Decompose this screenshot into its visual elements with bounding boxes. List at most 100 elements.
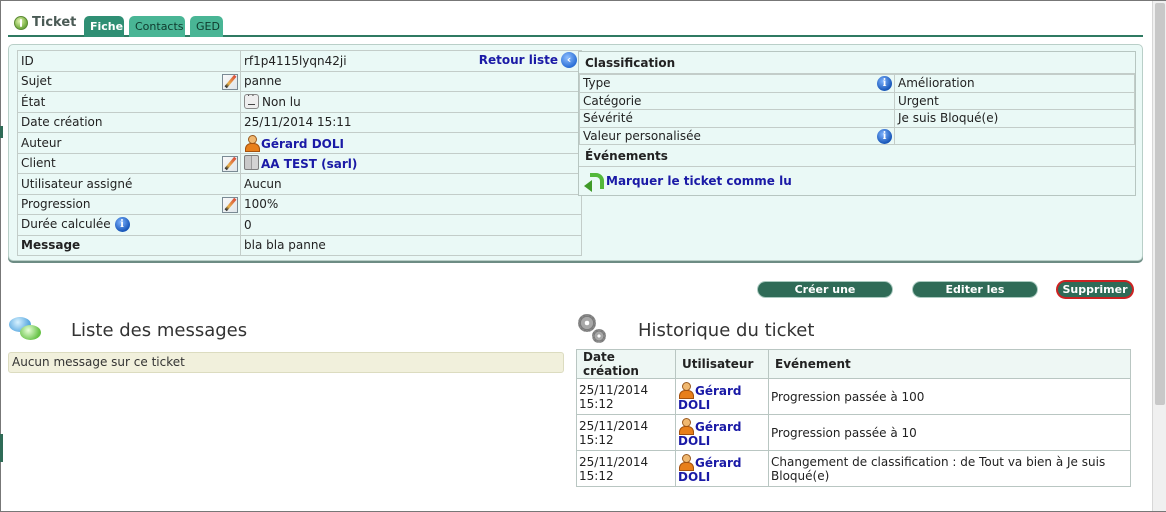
user-icon [678, 453, 694, 471]
events-title: Événements [579, 145, 1135, 167]
id-value: rf1p4115lyqn42ji [244, 53, 347, 68]
id-cell: rf1p4115lyqn42ji Retour liste ‹ [240, 50, 582, 72]
custom-value [894, 126, 1135, 145]
message-label: Message [17, 234, 241, 256]
table-row: Sujet panne [17, 70, 582, 92]
back-arrow-icon: ‹ [561, 52, 577, 68]
progress-label-cell: Progression [17, 193, 241, 215]
table-row: ID rf1p4115lyqn42ji Retour liste ‹ [17, 50, 582, 72]
tab-ged[interactable]: GED [190, 16, 223, 37]
back-link-label: Retour liste [478, 53, 558, 67]
author-cell: Gérard DOLI [240, 132, 582, 154]
info-icon[interactable]: i [877, 128, 892, 144]
edit-progress-icon[interactable] [222, 196, 238, 213]
info-icon[interactable]: i [877, 76, 892, 91]
progress-label: Progression [21, 197, 91, 212]
category-value: Urgent [894, 91, 1135, 110]
scrollbar-thumb[interactable] [1155, 3, 1165, 405]
id-label: ID [17, 50, 241, 72]
history-event: Changement de classification : de Tout v… [768, 450, 1131, 487]
category-label: Catégorie [579, 91, 895, 110]
column-header-user: Utilisateur [675, 349, 769, 379]
messages-empty-notice: Aucun message sur ce ticket [8, 352, 564, 373]
ticket-panel: ID rf1p4115lyqn42ji Retour liste ‹ Sujet… [8, 44, 1143, 261]
left-edge-marker [0, 434, 3, 462]
ticket-info-table: ID rf1p4115lyqn42ji Retour liste ‹ Sujet… [17, 50, 582, 256]
table-header-row: Date création Utilisateur Evénement [576, 349, 1131, 379]
type-value: Amélioration [894, 74, 1135, 93]
ticket-icon [14, 15, 28, 30]
table-row: Progression 100% [17, 193, 582, 215]
user-icon [678, 417, 694, 435]
table-row: 25/11/2014 15:12 Gérard DOLI Changement … [576, 450, 1131, 487]
return-arrow-icon [584, 172, 604, 192]
column-header-date: Date création [576, 349, 676, 379]
history-date: 25/11/2014 15:12 [576, 378, 676, 415]
severity-label: Sévérité [579, 109, 895, 128]
info-icon[interactable]: i [114, 217, 130, 233]
column-header-event: Evénement [768, 349, 1131, 379]
duration-label: Durée calculée [21, 217, 111, 232]
company-icon [244, 155, 259, 171]
table-row: Type i Amélioration [579, 74, 1135, 93]
gears-icon [576, 314, 608, 344]
user-icon [244, 134, 260, 152]
history-user-cell: Gérard DOLI [675, 414, 769, 451]
table-row: Utilisateur assigné Aucun [17, 173, 582, 195]
back-to-list-link[interactable]: Retour liste ‹ [479, 52, 577, 68]
type-label-cell: Type i [579, 74, 895, 93]
classification-table: Type i Amélioration Catégorie Urgent Sév… [579, 74, 1135, 145]
messages-bubble-icon [9, 317, 41, 343]
table-row: Durée calculée i 0 [17, 214, 582, 236]
duration-value: 0 [240, 214, 582, 236]
table-row: Auteur Gérard DOLI [17, 132, 582, 154]
created-value: 25/11/2014 15:11 [240, 111, 582, 133]
edit-subject-icon[interactable] [222, 73, 238, 90]
subject-value: panne [240, 70, 582, 92]
table-row: 25/11/2014 15:12 Gérard DOLI Progression… [576, 378, 1131, 415]
author-link[interactable]: Gérard DOLI [261, 137, 344, 151]
assigned-value: Aucun [240, 173, 582, 195]
table-row: État Non lu [17, 91, 582, 113]
table-row: Valeur personalisée i [579, 126, 1135, 145]
create-intervention-button[interactable]: Créer une intervention [758, 282, 892, 311]
delete-button[interactable]: Supprimer [1058, 282, 1132, 297]
type-label: Type [583, 76, 611, 91]
duration-label-cell: Durée calculée i [17, 214, 241, 236]
tab-contacts[interactable]: Contacts [129, 16, 185, 37]
tab-fiche[interactable]: Fiche [84, 16, 124, 37]
left-edge-marker [0, 126, 3, 138]
table-row: Sévérité Je suis Bloqué(e) [579, 109, 1135, 128]
client-label-cell: Client [17, 152, 241, 174]
messages-title: Liste des messages [71, 320, 248, 341]
author-label: Auteur [17, 132, 241, 154]
tab-home-label: Ticket [32, 15, 77, 30]
table-row: 25/11/2014 15:12 Gérard DOLI Progression… [576, 414, 1131, 451]
client-cell: AA TEST (sarl) [240, 152, 582, 174]
table-row: Catégorie Urgent [579, 91, 1135, 110]
edit-client-icon[interactable] [222, 155, 238, 172]
classification-box: Classification Type i Amélioration Catég… [578, 51, 1136, 196]
vertical-scrollbar[interactable] [1152, 1, 1166, 511]
custom-label-cell: Valeur personalisée i [579, 126, 895, 145]
history-date: 25/11/2014 15:12 [576, 414, 676, 451]
unread-status-icon [244, 91, 259, 110]
history-date: 25/11/2014 15:12 [576, 450, 676, 487]
client-label: Client [21, 156, 56, 171]
classification-title: Classification [579, 52, 1135, 74]
progress-value: 100% [240, 193, 582, 215]
tab-bar: Ticket Fiche Contacts GED [8, 12, 1143, 37]
severity-value: Je suis Bloqué(e) [894, 109, 1135, 128]
history-event: Progression passée à 10 [768, 414, 1131, 451]
edit-properties-button[interactable]: Editer les propriétés [913, 282, 1037, 311]
mark-as-read-link[interactable]: Marquer le ticket comme lu [606, 174, 792, 188]
custom-label: Valeur personalisée [583, 128, 701, 143]
state-label: État [17, 91, 241, 113]
tab-ticket-home[interactable]: Ticket [14, 15, 76, 30]
client-link[interactable]: AA TEST (sarl) [261, 157, 357, 171]
message-value: bla bla panne [240, 234, 582, 256]
state-cell: Non lu [240, 91, 582, 113]
history-user-cell: Gérard DOLI [675, 378, 769, 415]
history-event: Progression passée à 100 [768, 378, 1131, 415]
state-value: Non lu [262, 95, 301, 110]
